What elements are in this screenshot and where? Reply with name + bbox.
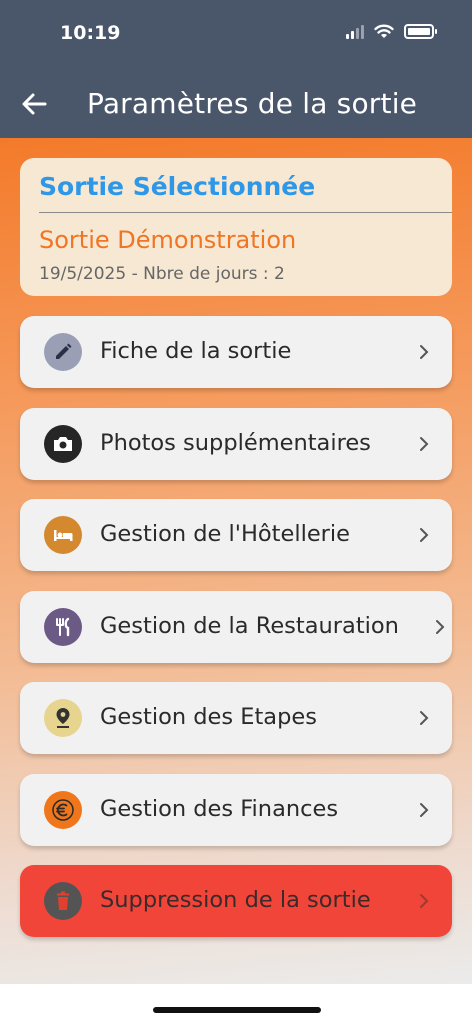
menu-item-stages[interactable]: Gestion des Etapes	[20, 682, 452, 754]
menu-item-photos[interactable]: Photos supplémentaires	[20, 408, 452, 480]
status-icons	[346, 24, 437, 39]
menu-item-hotel[interactable]: Gestion de l'Hôtellerie	[20, 499, 452, 571]
menu-item-label: Suppression de la sortie	[100, 887, 371, 913]
cellular-signal-icon	[346, 24, 364, 39]
top-app-bar: 10:19 Paramètres de la sortie	[0, 0, 472, 138]
bed-icon	[44, 516, 82, 554]
menu-item-label: Gestion de la Restauration	[100, 613, 399, 639]
menu-item-trip-sheet[interactable]: Fiche de la sortie	[20, 316, 452, 388]
menu-item-restaurant[interactable]: Gestion de la Restauration	[20, 591, 452, 663]
menu-item-finances[interactable]: Gestion des Finances	[20, 774, 452, 846]
euro-icon	[44, 791, 82, 829]
menu-item-label: Gestion des Etapes	[100, 704, 317, 730]
pencil-icon	[44, 333, 82, 371]
home-indicator-area	[0, 984, 472, 1024]
trash-icon	[44, 882, 82, 920]
chevron-right-icon	[420, 437, 429, 451]
battery-icon	[404, 24, 437, 39]
chevron-right-icon	[420, 345, 429, 359]
menu-item-label: Gestion des Finances	[100, 796, 339, 822]
chevron-right-icon	[420, 711, 429, 725]
page-title: Paramètres de la sortie	[87, 87, 418, 120]
menu-item-label: Fiche de la sortie	[100, 338, 292, 364]
menu-item-label: Gestion de l'Hôtellerie	[100, 521, 351, 547]
wifi-icon	[374, 24, 394, 38]
chevron-right-icon	[420, 528, 429, 542]
main-content: Sortie Sélectionnée Sortie Démonstration…	[0, 138, 472, 984]
camera-icon	[44, 425, 82, 463]
utensils-icon	[44, 608, 82, 646]
selected-trip-name: Sortie Démonstration	[39, 226, 297, 254]
chevron-right-icon	[420, 803, 429, 817]
chevron-right-icon	[436, 620, 445, 634]
status-time: 10:19	[60, 22, 121, 44]
menu-item-label: Photos supplémentaires	[100, 430, 371, 456]
divider	[39, 212, 452, 213]
selected-trip-heading: Sortie Sélectionnée	[39, 172, 316, 201]
selected-trip-meta: 19/5/2025 - Nbre de jours : 2	[39, 264, 285, 284]
chevron-right-icon	[420, 894, 429, 908]
menu-item-delete-trip[interactable]: Suppression de la sortie	[20, 865, 452, 937]
home-indicator[interactable]	[153, 1007, 321, 1013]
arrow-left-icon[interactable]	[18, 88, 50, 120]
map-pin-icon	[44, 699, 82, 737]
selected-trip-card: Sortie Sélectionnée Sortie Démonstration…	[20, 158, 452, 296]
